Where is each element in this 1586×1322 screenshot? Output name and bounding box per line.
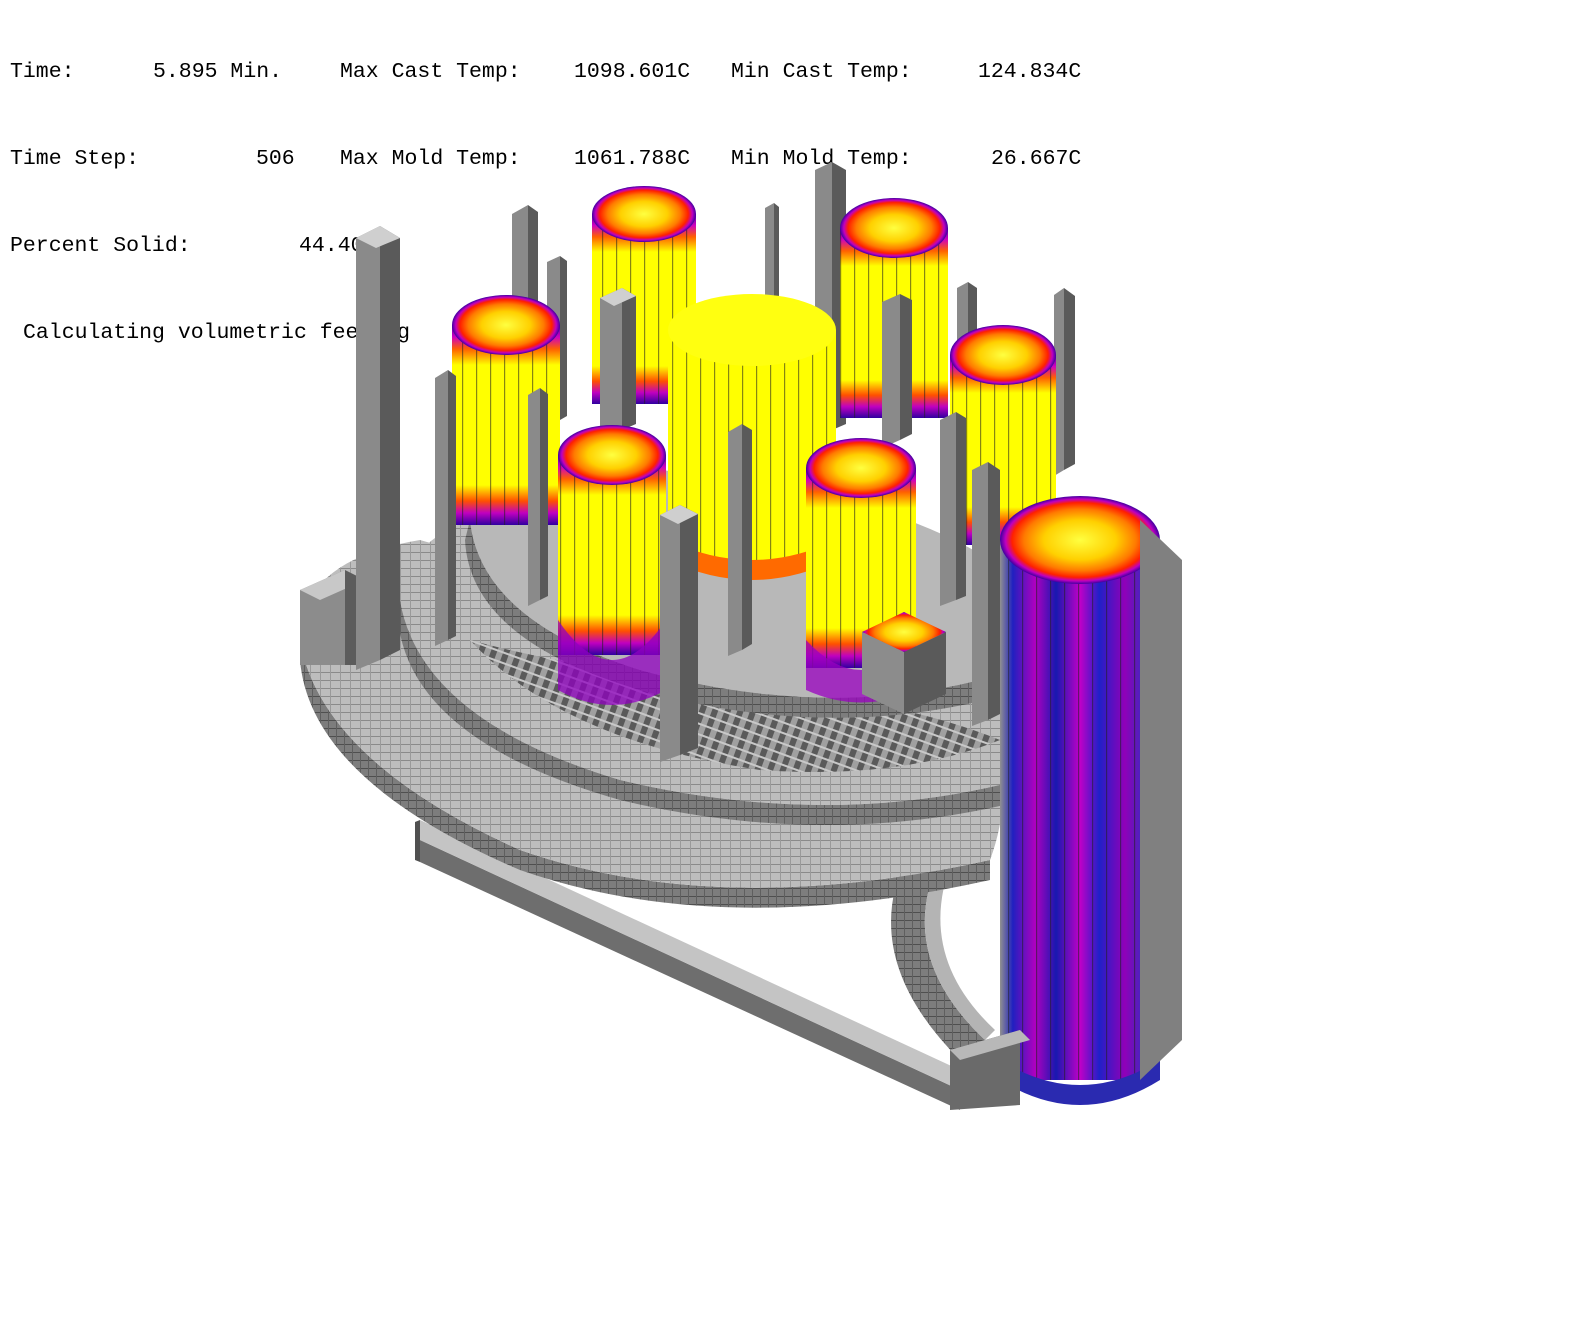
main-sprue — [1000, 496, 1182, 1105]
casting-3d-viewport[interactable] — [0, 0, 1586, 1322]
riser-small-cube — [862, 612, 946, 714]
left-gate-block — [300, 570, 365, 665]
riser-front-left — [558, 425, 666, 705]
